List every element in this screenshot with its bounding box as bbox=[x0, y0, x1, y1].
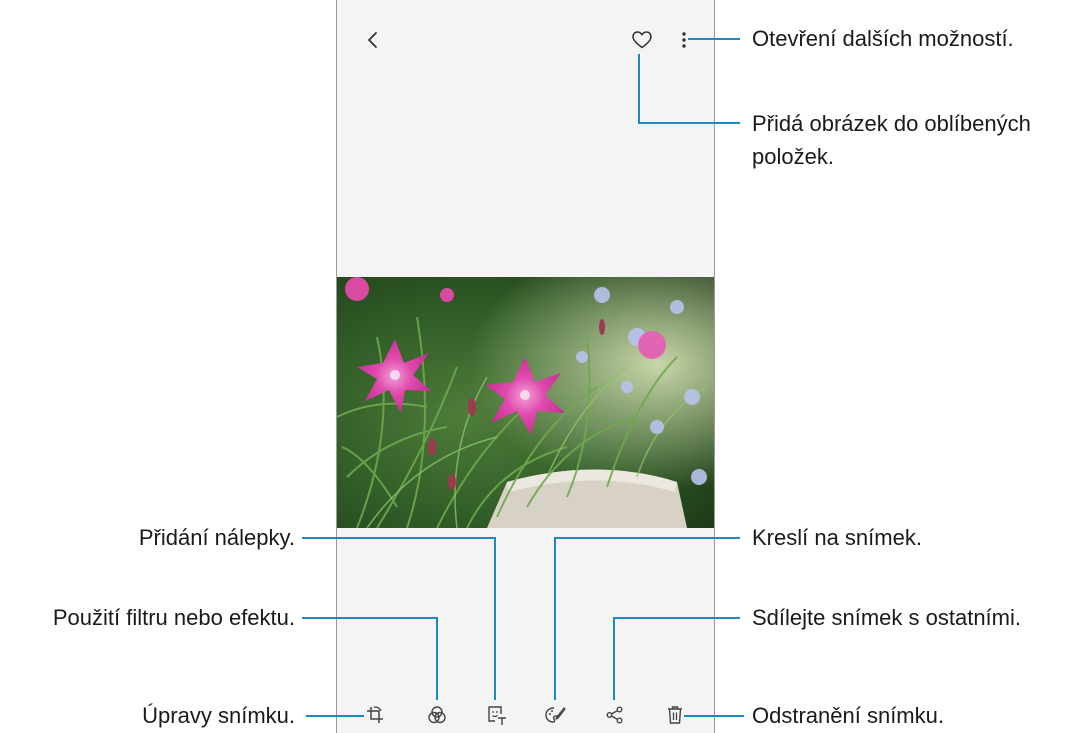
more-options-button[interactable] bbox=[670, 26, 698, 54]
callout-line-draw-v bbox=[554, 537, 556, 700]
trash-icon bbox=[668, 706, 682, 724]
edit-button[interactable] bbox=[361, 701, 389, 729]
callout-line-share-h bbox=[613, 617, 740, 619]
crop-rotate-icon bbox=[367, 706, 383, 723]
page: Otevření dalších možností. Přidá obrázek… bbox=[0, 0, 1083, 733]
label-favorite-line1: Přidá obrázek do oblíbených bbox=[752, 111, 1031, 136]
label-sticker: Přidání nálepky. bbox=[138, 525, 295, 550]
gallery-viewer-screen bbox=[336, 0, 715, 733]
callout-line-filter-v bbox=[436, 617, 438, 700]
label-favorite-line2: položek. bbox=[752, 144, 834, 169]
label-edit: Úpravy snímku. bbox=[142, 703, 295, 728]
label-share: Sdílejte snímek s ostatními. bbox=[752, 605, 1021, 630]
label-filter: Použití filtru nebo efektu. bbox=[52, 605, 295, 630]
callout-line-draw-h bbox=[554, 537, 740, 539]
callout-line-favorite-v bbox=[638, 54, 640, 124]
share-button[interactable] bbox=[601, 701, 629, 729]
filter-button[interactable] bbox=[423, 701, 451, 729]
flower-photo bbox=[337, 277, 714, 528]
callout-line-more-options bbox=[688, 38, 740, 40]
share-icon bbox=[606, 706, 623, 724]
label-draw: Kreslí na snímek. bbox=[752, 525, 922, 550]
label-more-options: Otevření dalších možností. bbox=[752, 26, 1014, 51]
back-button[interactable] bbox=[359, 26, 387, 54]
draw-icon bbox=[545, 707, 566, 723]
more-vertical-icon bbox=[682, 32, 686, 48]
callout-line-share-v bbox=[613, 617, 615, 700]
callout-line-filter-h bbox=[302, 617, 438, 619]
callout-line-sticker-h bbox=[302, 537, 496, 539]
label-delete: Odstranění snímku. bbox=[752, 703, 944, 728]
draw-button[interactable] bbox=[541, 701, 569, 729]
chevron-left-icon bbox=[368, 32, 377, 48]
favorite-button[interactable] bbox=[628, 26, 656, 54]
callout-line-favorite-h bbox=[638, 122, 740, 124]
heart-icon bbox=[632, 31, 652, 49]
callout-line-edit bbox=[306, 715, 364, 717]
sticker-icon bbox=[488, 706, 506, 725]
photo[interactable] bbox=[337, 277, 714, 528]
sticker-button[interactable] bbox=[483, 701, 511, 729]
filter-icon bbox=[428, 706, 446, 724]
callout-line-sticker-v bbox=[494, 537, 496, 700]
callout-line-delete bbox=[684, 715, 744, 717]
